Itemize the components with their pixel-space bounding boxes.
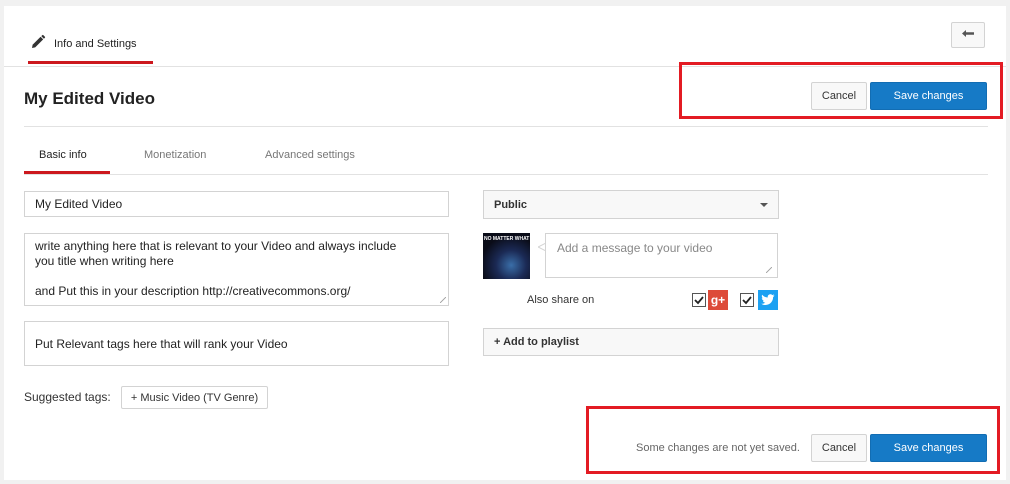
- twitter-share-checkbox[interactable]: [740, 293, 754, 307]
- page-title: My Edited Video: [24, 89, 155, 108]
- tags-input[interactable]: Put Relevant tags here that will rank yo…: [24, 321, 449, 366]
- privacy-select[interactable]: Public: [483, 190, 779, 219]
- google-plus-icon: g+: [708, 290, 728, 310]
- tab-monetization[interactable]: Monetization: [144, 149, 206, 161]
- subtab-divider: [24, 174, 988, 175]
- cancel-button[interactable]: Cancel: [811, 82, 867, 110]
- suggested-tag-chip[interactable]: + Music Video (TV Genre): [121, 386, 268, 409]
- save-changes-button-bottom[interactable]: Save changes: [870, 434, 987, 462]
- video-editor-panel: Info and Settings My Edited Video Cancel…: [4, 6, 1006, 480]
- resize-grip-icon[interactable]: [440, 297, 446, 303]
- active-tab-indicator: [28, 61, 153, 64]
- tab-info-and-settings-label: Info and Settings: [54, 38, 137, 50]
- tab-info-and-settings[interactable]: Info and Settings: [30, 28, 137, 60]
- description-textarea[interactable]: write anything here that is relevant to …: [24, 233, 449, 306]
- title-divider: [24, 126, 988, 127]
- back-button[interactable]: [951, 22, 985, 48]
- tab-basic-info[interactable]: Basic info: [39, 149, 87, 161]
- pencil-icon: [30, 34, 46, 55]
- back-arrow-icon: [961, 26, 975, 44]
- description-line: write anything here that is relevant to …: [35, 239, 397, 253]
- also-share-label: Also share on: [527, 294, 595, 306]
- video-thumbnail: NO MATTER WHAT: [483, 233, 530, 279]
- suggested-tags-label: Suggested tags:: [24, 390, 111, 404]
- description-line: you title when writing here: [35, 254, 174, 268]
- chevron-down-icon: [760, 203, 768, 207]
- cancel-button-bottom[interactable]: Cancel: [811, 434, 867, 462]
- privacy-selected-value: Public: [494, 198, 528, 211]
- checkmark-icon: [694, 296, 704, 305]
- save-changes-button[interactable]: Save changes: [870, 82, 987, 110]
- twitter-icon: [758, 290, 778, 310]
- description-line: and Put this in your description http://…: [35, 284, 351, 298]
- description-line: [35, 269, 438, 284]
- title-input[interactable]: My Edited Video: [24, 191, 449, 217]
- resize-grip-icon[interactable]: [766, 267, 772, 273]
- tab-advanced-settings[interactable]: Advanced settings: [265, 149, 355, 161]
- unsaved-changes-notice: Some changes are not yet saved.: [636, 442, 800, 454]
- checkmark-icon: [742, 296, 752, 305]
- thumbnail-caption: NO MATTER WHAT: [484, 236, 530, 242]
- google-plus-share-checkbox[interactable]: [692, 293, 706, 307]
- share-message-textarea[interactable]: Add a message to your video: [545, 233, 778, 278]
- add-to-playlist-button[interactable]: + Add to playlist: [483, 328, 779, 356]
